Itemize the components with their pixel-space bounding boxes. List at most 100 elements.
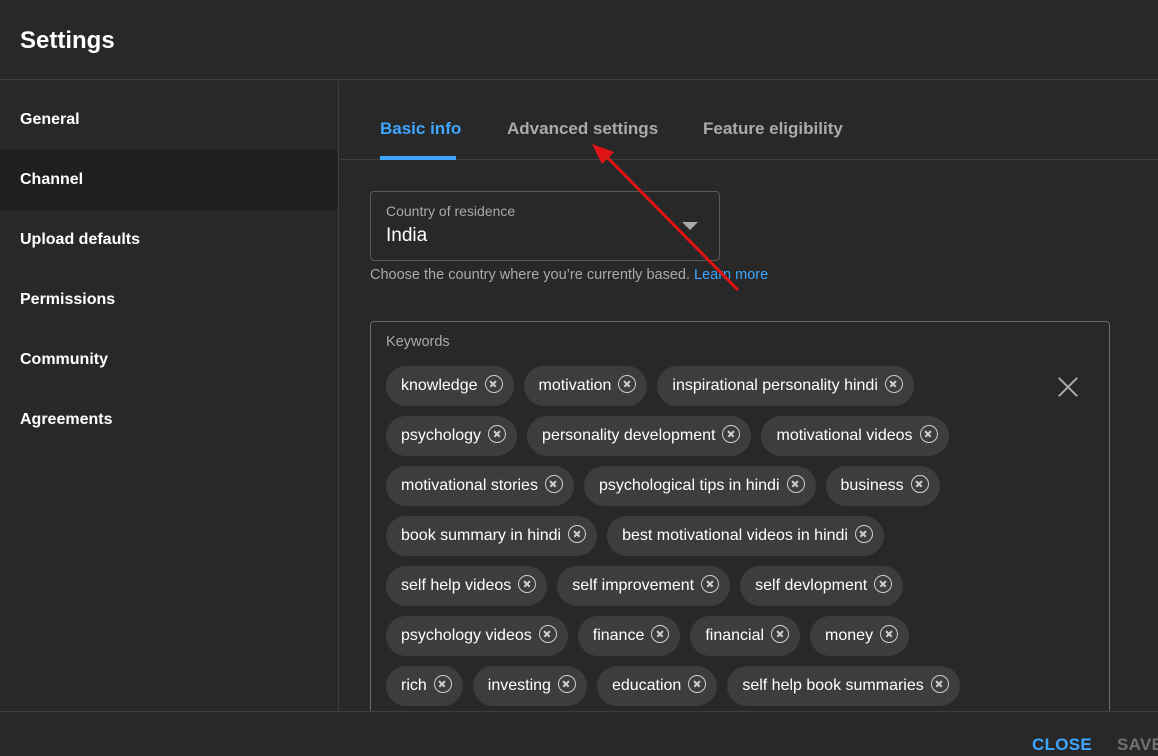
remove-keyword-icon[interactable] (884, 375, 903, 394)
learn-more-link[interactable]: Learn more (694, 267, 768, 283)
keyword-chip-label: self help book summaries (742, 677, 924, 694)
remove-keyword-icon[interactable] (688, 675, 707, 694)
dialog-footer: CLOSE SAVE (0, 711, 1158, 756)
keyword-chip-label: self improvement (572, 577, 695, 594)
keyword-chip-label: best motivational videos in hindi (622, 527, 848, 544)
keywords-label: Keywords (386, 334, 450, 350)
remove-keyword-icon[interactable] (433, 675, 452, 694)
keyword-chip-label: knowledge (401, 377, 478, 394)
country-helper-message: Choose the country where you’re currentl… (370, 267, 690, 283)
keyword-chip-label: rich (401, 677, 427, 694)
remove-keyword-icon[interactable] (538, 625, 557, 644)
tab-basic-info[interactable]: Basic info (380, 119, 461, 139)
keyword-chip-list: knowledge motivation inspirational persona… (386, 366, 1036, 716)
remove-keyword-icon[interactable] (488, 425, 507, 444)
keyword-chip: investing (472, 666, 587, 706)
keyword-chip-label: book summary in hindi (401, 527, 562, 544)
keyword-chip: motivational stories (386, 466, 574, 506)
keyword-chip-label: financial (705, 627, 765, 644)
sidebar-item-community[interactable]: Community (0, 330, 338, 390)
dropdown-caret-icon (682, 222, 698, 230)
keyword-chip-row: psychology personality development motivat… (386, 416, 1036, 466)
keyword-chip-row: rich investing education self help book sum… (386, 666, 1036, 716)
keyword-chip: financial (690, 616, 801, 656)
remove-keyword-icon[interactable] (930, 675, 949, 694)
keyword-chip-label: motivation (538, 377, 612, 394)
settings-main-panel: Basic info Advanced settings Feature eli… (340, 81, 1158, 731)
remove-keyword-icon[interactable] (557, 675, 576, 694)
country-of-residence-select[interactable]: Country of residence India (370, 191, 720, 261)
sidebar-item-upload-defaults[interactable]: Upload defaults (0, 210, 338, 270)
keyword-chip-row: book summary in hindi best motivational v… (386, 516, 1036, 566)
remove-keyword-icon[interactable] (484, 375, 503, 394)
tab-advanced-settings[interactable]: Advanced settings (507, 119, 658, 139)
keyword-chip-label: personality development (542, 427, 716, 444)
keyword-chip: finance (577, 616, 681, 656)
keyword-chip: self help book summaries (727, 666, 960, 706)
remove-keyword-icon[interactable] (854, 525, 873, 544)
remove-keyword-icon[interactable] (722, 425, 741, 444)
keyword-chip-label: psychology videos (401, 627, 532, 644)
sidebar-item-agreements[interactable]: Agreements (0, 390, 338, 450)
remove-keyword-icon[interactable] (544, 475, 563, 494)
dialog-header: Settings (0, 0, 1158, 80)
keyword-chip-label: business (840, 477, 904, 494)
close-button[interactable]: CLOSE (1032, 735, 1092, 755)
keyword-chip-row: psychology videos finance financial money (386, 616, 1036, 666)
clear-all-keywords-icon[interactable] (1057, 376, 1079, 398)
page-title: Settings (20, 27, 115, 54)
keyword-chip-label: investing (487, 677, 551, 694)
keywords-field[interactable]: Keywords knowledge motivation inspirationa… (370, 321, 1110, 731)
keyword-chip-label: psychological tips in hindi (598, 477, 780, 494)
country-select-label: Country of residence (386, 203, 516, 219)
keyword-chip: self help videos (386, 566, 548, 606)
keyword-chip: inspirational personality hindi (657, 366, 914, 406)
country-helper-text: Choose the country where you’re currentl… (370, 267, 768, 283)
keyword-chip-label: self devlopment (755, 577, 868, 594)
active-tab-indicator (380, 156, 456, 160)
remove-keyword-icon[interactable] (771, 625, 790, 644)
keyword-chip: knowledge (386, 366, 514, 406)
sidebar-item-channel[interactable]: Channel (0, 150, 338, 210)
remove-keyword-icon[interactable] (786, 475, 805, 494)
keyword-chip-label: money (825, 627, 874, 644)
sidebar-item-permissions[interactable]: Permissions (0, 270, 338, 330)
keyword-chip: business (825, 466, 940, 506)
keyword-chip: money (810, 616, 910, 656)
keyword-chip-row: self help videos self improvement self dev… (386, 566, 1036, 616)
remove-keyword-icon[interactable] (919, 425, 938, 444)
keyword-chip: best motivational videos in hindi (607, 516, 884, 556)
remove-keyword-icon[interactable] (874, 575, 893, 594)
remove-keyword-icon[interactable] (701, 575, 720, 594)
keyword-chip-label: psychology (401, 427, 482, 444)
keyword-chip: psychology videos (386, 616, 568, 656)
save-button[interactable]: SAVE (1117, 735, 1158, 755)
remove-keyword-icon[interactable] (910, 475, 929, 494)
keyword-chip-label: motivational videos (776, 427, 913, 444)
keyword-chip-label: finance (592, 627, 645, 644)
remove-keyword-icon[interactable] (880, 625, 899, 644)
keyword-chip-label: motivational stories (401, 477, 538, 494)
keyword-chip: rich (386, 666, 463, 706)
settings-sidebar: General Channel Upload defaults Permissi… (0, 81, 339, 711)
keyword-chip: psychology (386, 416, 518, 456)
keyword-chip: motivational videos (761, 416, 949, 456)
keyword-chip: personality development (527, 416, 752, 456)
keyword-chip: self devlopment (740, 566, 904, 606)
remove-keyword-icon[interactable] (618, 375, 637, 394)
tab-bar: Basic info Advanced settings Feature eli… (340, 81, 1158, 160)
keyword-chip-row: knowledge motivation inspirational persona… (386, 366, 1036, 416)
tab-feature-eligibility[interactable]: Feature eligibility (703, 119, 843, 139)
keyword-chip: motivation (523, 366, 648, 406)
remove-keyword-icon[interactable] (568, 525, 587, 544)
remove-keyword-icon[interactable] (518, 575, 537, 594)
keyword-chip-label: inspirational personality hindi (672, 377, 878, 394)
country-select-value: India (386, 225, 428, 246)
remove-keyword-icon[interactable] (651, 625, 670, 644)
keyword-chip-row: motivational stories psychological tips i… (386, 466, 1036, 516)
keyword-chip-label: self help videos (401, 577, 512, 594)
keyword-chip: self improvement (557, 566, 731, 606)
keyword-chip: education (596, 666, 718, 706)
keyword-chip: psychological tips in hindi (583, 466, 816, 506)
sidebar-item-general[interactable]: General (0, 90, 338, 150)
